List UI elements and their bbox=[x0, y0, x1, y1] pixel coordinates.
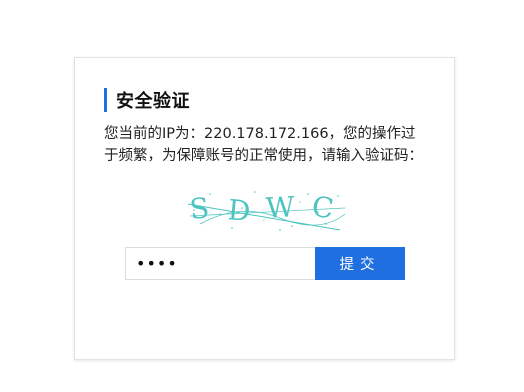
captcha-char: W bbox=[265, 190, 296, 224]
submit-button[interactable]: 提交 bbox=[315, 247, 405, 280]
captcha-input[interactable] bbox=[125, 247, 315, 280]
captcha-form: 提交 bbox=[125, 247, 405, 280]
dialog-title: 安全验证 bbox=[104, 88, 190, 112]
verification-dialog: 安全验证 您当前的IP为：220.178.172.166，您的操作过于频繁，为保… bbox=[74, 57, 455, 360]
captcha-char: D bbox=[227, 193, 252, 228]
title-accent-bar bbox=[104, 88, 107, 112]
captcha-char: C bbox=[310, 190, 336, 226]
captcha-image[interactable]: S D W C bbox=[180, 184, 350, 234]
dialog-title-text: 安全验证 bbox=[116, 91, 190, 112]
captcha-char: S bbox=[188, 191, 211, 226]
verification-message: 您当前的IP为：220.178.172.166，您的操作过于频繁，为保障账号的正… bbox=[104, 126, 423, 164]
